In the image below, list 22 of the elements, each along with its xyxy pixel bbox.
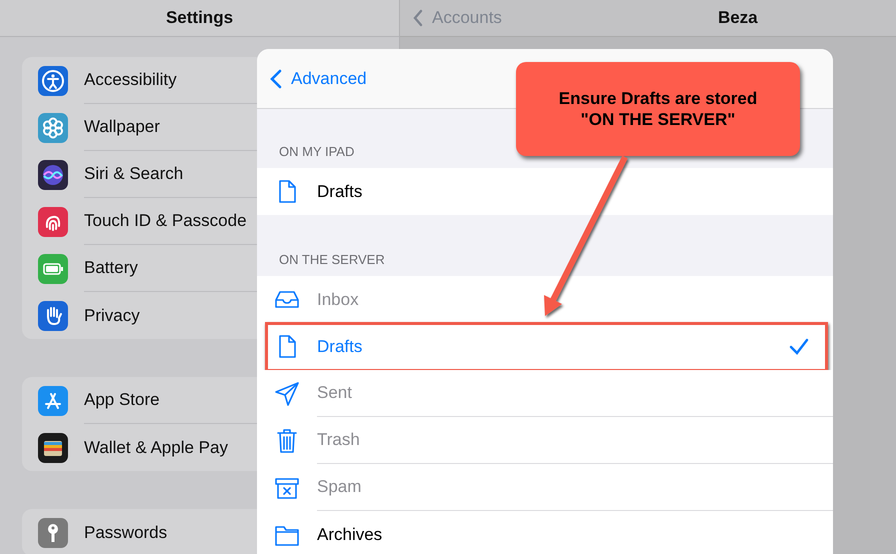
- folder-row[interactable]: Drafts: [257, 168, 833, 215]
- checkmark-icon: [789, 338, 809, 356]
- folder-row[interactable]: Drafts: [257, 323, 833, 370]
- section-header: ON THE SERVER: [278, 250, 386, 268]
- settings-item[interactable]: Siri & Search: [84, 161, 184, 187]
- detail-title: Beza: [718, 7, 758, 30]
- settings-item[interactable]: Touch ID & Passcode: [84, 208, 247, 234]
- paper-plane-icon: [273, 380, 301, 408]
- settings-item[interactable]: Wallpaper: [84, 114, 160, 140]
- sidebar-title: Settings: [166, 7, 234, 30]
- chevron-left-icon: [412, 8, 424, 28]
- back-button[interactable]: Advanced: [269, 66, 367, 92]
- callout-note: Ensure Drafts are stored "ON THE SERVER": [516, 62, 800, 156]
- settings-item[interactable]: Privacy: [84, 302, 140, 328]
- settings-item[interactable]: Battery: [84, 255, 138, 281]
- settings-item[interactable]: Accessibility: [84, 67, 177, 93]
- settings-item[interactable]: Wallet & Apple Pay: [84, 434, 228, 460]
- chevron-left-icon: [269, 68, 283, 90]
- settings-item[interactable]: App Store: [84, 387, 160, 413]
- section-header: ON MY IPAD: [278, 142, 356, 160]
- folder-row[interactable]: Archives: [257, 511, 833, 554]
- settings-item[interactable]: Passwords: [84, 520, 168, 546]
